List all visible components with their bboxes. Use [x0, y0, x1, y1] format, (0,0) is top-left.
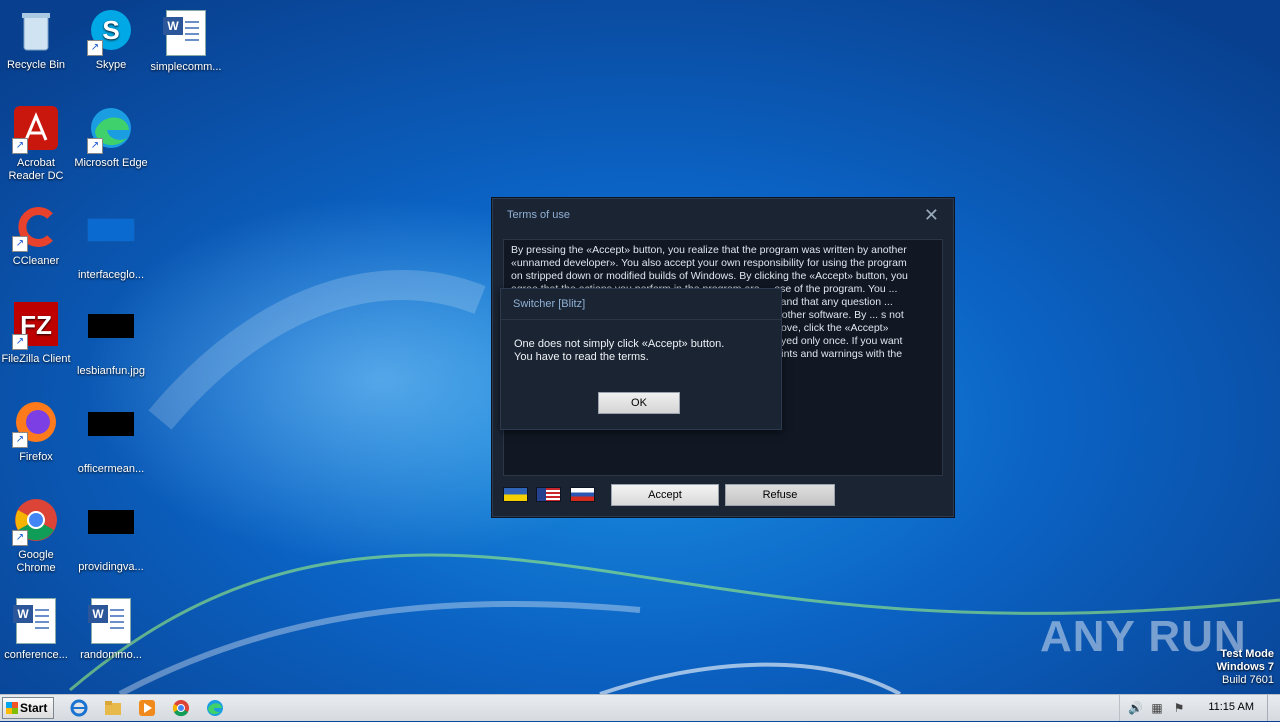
shortcut-arrow-icon: ↗: [12, 530, 28, 546]
usa-flag-icon[interactable]: [536, 487, 562, 502]
dialog-title: Switcher [Blitz]: [513, 298, 586, 310]
desktop-icon-label: FileZilla Client: [1, 353, 71, 365]
ukraine-flag-icon[interactable]: [503, 487, 528, 502]
desktop-icon-label: providingva...: [78, 561, 144, 573]
system-tray: 🔊 ▦ ⚑ 11:15 AM: [1119, 695, 1280, 721]
refuse-button[interactable]: Refuse: [725, 484, 835, 506]
language-flags: [503, 487, 599, 507]
svg-text:S: S: [102, 15, 119, 45]
desktop-icon-label: Recycle Bin: [6, 59, 66, 71]
window-title: Terms of use: [507, 209, 570, 221]
test-mode-label: Test Mode: [1220, 648, 1274, 660]
image-file-icon: [87, 314, 135, 362]
desktop-icon-label: Acrobat Reader DC: [8, 157, 64, 182]
filezilla-icon: FZ ↗: [12, 302, 60, 350]
edge-icon[interactable]: [206, 699, 224, 717]
dialog-message: One does not simply click «Accept» butto…: [514, 338, 724, 364]
message-line: You have to read the terms.: [514, 351, 649, 363]
internet-explorer-icon[interactable]: [70, 699, 88, 717]
build-label: Build 7601: [1222, 674, 1274, 686]
shortcut-arrow-icon: ↗: [87, 138, 103, 154]
word-document-icon: W: [162, 10, 210, 58]
word-document-icon: W: [12, 598, 60, 646]
message-line: One does not simply click «Accept» butto…: [514, 338, 725, 350]
start-button[interactable]: Start: [2, 697, 54, 719]
taskbar: Start 🔊 ▦ ⚑ 11:15 AM: [0, 694, 1280, 721]
word-document-icon: W: [87, 598, 135, 646]
ok-button[interactable]: OK: [598, 392, 680, 414]
windows-logo-icon: [6, 702, 18, 714]
blank-file-icon: [87, 218, 135, 266]
os-label: Windows 7: [1216, 661, 1274, 673]
switcher-dialog: Switcher [Blitz] One does not simply cli…: [500, 288, 782, 430]
desktop-icon-ccleaner[interactable]: ↗ CCleaner: [0, 204, 74, 268]
desktop-icon-skype[interactable]: S ↗ Skype: [73, 8, 149, 72]
recycle-bin-icon: [12, 8, 60, 56]
ccleaner-icon: ↗: [12, 204, 60, 252]
desktop-icon-label: conference...: [4, 649, 68, 661]
shortcut-arrow-icon: ↗: [12, 432, 28, 448]
desktop-icon-label: lesbianfun.jpg: [77, 365, 145, 377]
show-desktop-button[interactable]: [1267, 695, 1280, 721]
shortcut-arrow-icon: ↗: [12, 138, 28, 154]
desktop-icon-providingva[interactable]: providingva...: [73, 498, 149, 574]
desktop-icon-label: interfaceglo...: [77, 269, 145, 281]
desktop-icon-label: randommo...: [80, 649, 142, 661]
desktop-icon-firefox[interactable]: ↗ Firefox: [0, 400, 74, 464]
desktop-icon-simplecomm[interactable]: W simplecomm...: [148, 8, 224, 74]
desktop-icon-recycle-bin[interactable]: Recycle Bin: [0, 8, 74, 72]
test-mode-watermark: Test Mode Windows 7 Build 7601: [1217, 648, 1274, 687]
explorer-folder-icon[interactable]: [104, 699, 122, 717]
shortcut-arrow-icon: ↗: [12, 236, 28, 252]
speaker-icon[interactable]: 🔊: [1128, 701, 1143, 715]
desktop-icon-interfaceglo[interactable]: interfaceglo...: [73, 204, 149, 282]
desktop-icon-officermean[interactable]: officermean...: [73, 400, 149, 476]
desktop-icon-conference[interactable]: W conference...: [0, 596, 74, 662]
desktop-icon-randommo[interactable]: W randommo...: [73, 596, 149, 662]
firefox-icon: ↗: [12, 400, 60, 448]
shortcut-arrow-icon: ↗: [87, 40, 103, 56]
desktop-icon-label: Firefox: [19, 451, 53, 463]
file-icon: [87, 412, 135, 460]
desktop-icon-edge[interactable]: ↗ Microsoft Edge: [73, 106, 149, 170]
edge-icon: ↗: [87, 106, 135, 154]
start-label: Start: [20, 701, 48, 715]
network-icon[interactable]: ▦: [1150, 701, 1164, 715]
acrobat-icon: ↗: [12, 106, 60, 154]
chrome-icon: ↗: [12, 498, 60, 546]
action-center-flag-icon[interactable]: ⚑: [1172, 701, 1186, 715]
clock[interactable]: 11:15 AM: [1208, 701, 1254, 713]
russia-flag-icon[interactable]: [569, 487, 595, 502]
file-icon: [87, 510, 135, 558]
shortcut-arrow-icon: ↗: [12, 334, 28, 350]
desktop-icon-label: Skype: [95, 59, 127, 71]
title-divider: [501, 319, 781, 320]
media-player-icon[interactable]: [138, 699, 156, 717]
desktop-icon-lesbianfun[interactable]: lesbianfun.jpg: [73, 302, 149, 378]
skype-icon: S ↗: [87, 8, 135, 56]
desktop-icon-chrome[interactable]: ↗ Google Chrome: [0, 498, 74, 575]
desktop-icon-label: simplecomm...: [150, 61, 222, 73]
chrome-icon[interactable]: [172, 699, 190, 717]
desktop-icon-filezilla[interactable]: FZ ↗ FileZilla Client: [0, 302, 74, 366]
desktop-icon-label: CCleaner: [12, 255, 60, 267]
accept-button[interactable]: Accept: [611, 484, 719, 506]
desktop-icon-acrobat[interactable]: ↗ Acrobat Reader DC: [0, 106, 74, 183]
desktop-icon-label: Microsoft Edge: [74, 157, 148, 169]
desktop-icon-label: Google Chrome: [16, 549, 56, 574]
desktop-icon-label: officermean...: [77, 463, 145, 475]
close-icon[interactable]: ✕: [924, 205, 939, 226]
